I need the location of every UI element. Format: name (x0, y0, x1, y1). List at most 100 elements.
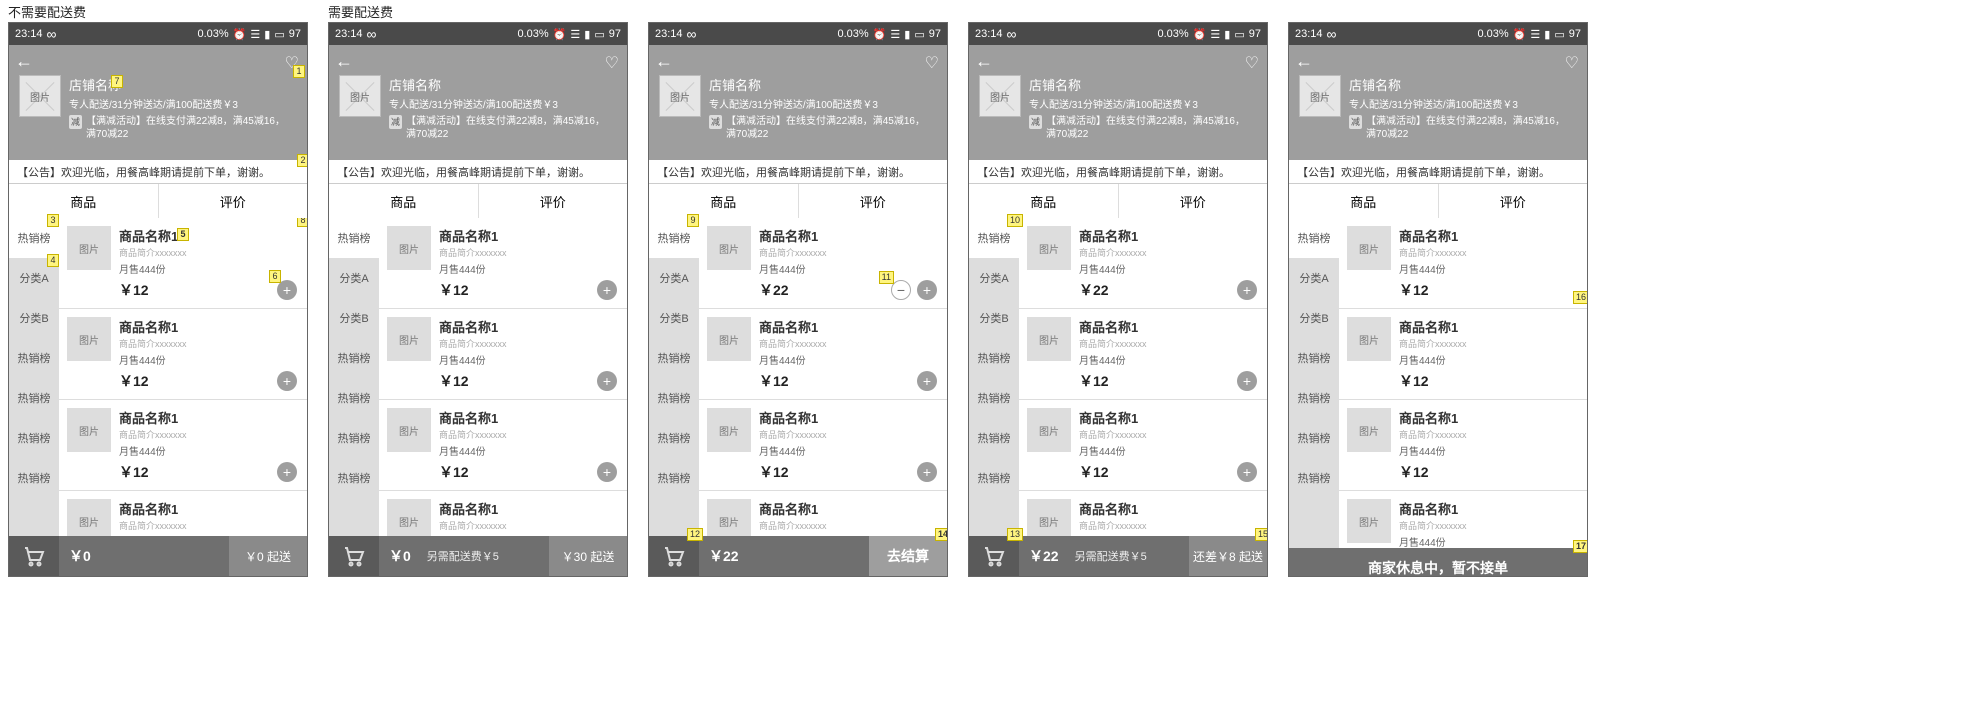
product-item[interactable]: 图片商品名称1商品简介xxxxxxx月售444份￥12+ (1019, 400, 1267, 491)
back-icon[interactable]: ← (655, 51, 673, 72)
minus-button[interactable]: − 11 (891, 280, 911, 300)
back-icon[interactable]: ← (975, 51, 993, 72)
cart-action[interactable]: ￥30 起送 (549, 536, 627, 576)
tab-goods[interactable]: 商品 (9, 184, 159, 218)
favorite-icon[interactable]: ♡ (605, 53, 619, 73)
category-item[interactable]: 分类B (969, 298, 1019, 338)
category-item[interactable]: 热销榜 (1289, 378, 1339, 418)
category-item[interactable]: 热销榜 (969, 338, 1019, 378)
product-item[interactable]: 图片 商品名称1商品简介xxxxxxx月售444份￥12 + (59, 309, 307, 400)
promo-tag: 减 (69, 115, 82, 129)
category-item[interactable]: 热销榜 (9, 338, 59, 378)
product-image: 图片 (67, 226, 111, 270)
category-item[interactable]: 热销榜 (969, 378, 1019, 418)
tab-review[interactable]: 评价 (479, 184, 628, 218)
back-icon[interactable]: ← (1295, 51, 1313, 72)
cart-action[interactable]: 还差￥8 起送 15 (1189, 536, 1267, 576)
category-item[interactable]: 热销榜 3 (9, 218, 59, 258)
category-item[interactable]: 分类A (649, 258, 699, 298)
category-item[interactable]: 热销榜 (649, 378, 699, 418)
caption: 不需要配送费 (8, 0, 308, 22)
category-item[interactable]: 分类B (329, 298, 379, 338)
category-item[interactable]: 分类A (1289, 258, 1339, 298)
product-item[interactable]: 图片商品名称1商品简介xxxxxxx月售444份￥12 (1339, 491, 1587, 548)
category-item[interactable]: 分类B (1289, 298, 1339, 338)
cart-action[interactable]: ￥0 起送 (229, 536, 307, 576)
product-item[interactable]: 图片商品名称1商品简介xxxxxxx月售444份￥12+ (1019, 309, 1267, 400)
category-item[interactable]: 热销榜 (649, 418, 699, 458)
product-item[interactable]: 图片商品名称1商品简介xxxxxxx月售444份￥12+ (379, 309, 627, 400)
category-item[interactable]: 热销榜 (969, 418, 1019, 458)
product-item[interactable]: 图片商品名称1商品简介xxxxxxx月售444份￥12+ (699, 400, 947, 491)
product-item[interactable]: 图片商品名称1商品简介xxxxxxx月售444份￥22+ (1019, 218, 1267, 309)
category-item[interactable]: 热销榜 (969, 458, 1019, 498)
category-item[interactable]: 热销榜 (1289, 418, 1339, 458)
add-button[interactable]: + (597, 280, 617, 300)
annotation: 17 (1573, 540, 1588, 553)
product-item[interactable]: 图片 商品名称1商品简介xxxxxxx月售444份￥22 − 11 + (699, 218, 947, 309)
product-item[interactable]: 图片商品名称1商品简介xxxxxxx月售444份￥12+ (379, 218, 627, 309)
cart-icon[interactable] (329, 536, 379, 576)
add-button[interactable]: + (917, 462, 937, 482)
add-button[interactable]: + (277, 371, 297, 391)
favorite-icon[interactable]: ♡ (925, 53, 939, 73)
add-button[interactable]: + (1237, 371, 1257, 391)
product-price: ￥12 (119, 280, 299, 300)
add-button[interactable]: + (917, 280, 937, 300)
category-item[interactable]: 热销榜 (329, 458, 379, 498)
tab-goods[interactable]: 商品 (649, 184, 799, 218)
tab-review[interactable]: 评价 (1119, 184, 1268, 218)
product-item[interactable]: 图片商品名称1商品简介xxxxxxx月售444份￥12 (1339, 400, 1587, 491)
category-item[interactable]: 分类A (969, 258, 1019, 298)
alarm-icon: ⏰ (233, 28, 247, 41)
favorite-icon[interactable]: ♡ (1245, 53, 1259, 73)
category-item[interactable]: 热销榜 (329, 378, 379, 418)
category-item[interactable]: 分类B (9, 298, 59, 338)
cart-icon[interactable]: 13 (969, 536, 1019, 576)
category-item[interactable]: 热销榜 (649, 458, 699, 498)
category-item[interactable]: 分类A (329, 258, 379, 298)
tab-goods[interactable]: 商品 (969, 184, 1119, 218)
category-item[interactable]: 热销榜 (1289, 458, 1339, 498)
category-item[interactable]: 热销榜 (329, 338, 379, 378)
add-button[interactable]: + 6 (277, 280, 297, 300)
favorite-icon[interactable]: ♡ (1565, 53, 1579, 73)
cart-icon[interactable] (9, 536, 59, 576)
category-item[interactable]: 分类A 4 (9, 258, 59, 298)
category-item[interactable]: 热销榜 (649, 338, 699, 378)
back-icon[interactable]: ← (335, 51, 353, 72)
category-item[interactable]: 热销榜 (9, 458, 59, 498)
product-item[interactable]: 图片 商品名称1商品简介xxxxxxx月售444份￥12 + (59, 400, 307, 491)
store-delivery: 专人配送/31分钟送达/满100配送费￥3 (69, 96, 286, 111)
tab-review[interactable]: 评价 (799, 184, 948, 218)
category-item[interactable]: 热销榜 (329, 418, 379, 458)
tab-review[interactable]: 评价 (159, 184, 308, 218)
cart-icon[interactable]: 12 (649, 536, 699, 576)
tab-goods[interactable]: 商品 (1289, 184, 1439, 218)
add-button[interactable]: + (597, 371, 617, 391)
back-icon[interactable]: ← (15, 51, 33, 72)
checkout-button[interactable]: 去结算 14 (869, 536, 947, 576)
product-item[interactable]: 图片 商品名称1 5 商品简介xxxxxxx 月售444份 ￥12 + 6 (59, 218, 307, 309)
category-item[interactable]: 热销榜 (1289, 218, 1339, 258)
add-button[interactable]: + (917, 371, 937, 391)
add-button[interactable]: + (1237, 462, 1257, 482)
tab-review[interactable]: 评价 (1439, 184, 1588, 218)
annotation: 15 (1255, 528, 1268, 541)
category-item[interactable]: 热销榜 (1289, 338, 1339, 378)
category-item[interactable]: 热销榜 (9, 418, 59, 458)
add-button[interactable]: + (597, 462, 617, 482)
signal-icon: ▮ (264, 28, 270, 41)
category-item[interactable]: 热销榜 (9, 378, 59, 418)
product-item[interactable]: 图片 商品名称1商品简介xxxxxxx月售444份￥12 16 (1339, 218, 1587, 309)
cart-bar-closed: 商家休息中，暂不接单 17 (1289, 548, 1587, 577)
add-button[interactable]: + (277, 462, 297, 482)
product-item[interactable]: 图片商品名称1商品简介xxxxxxx月售444份￥12 (1339, 309, 1587, 400)
product-item[interactable]: 图片商品名称1商品简介xxxxxxx月售444份￥12+ (699, 309, 947, 400)
add-button[interactable]: + (1237, 280, 1257, 300)
category-item[interactable]: 热销榜 (329, 218, 379, 258)
category-item[interactable]: 分类B (649, 298, 699, 338)
product-item[interactable]: 图片商品名称1商品简介xxxxxxx月售444份￥12+ (379, 400, 627, 491)
annotation: 10 (1007, 214, 1023, 227)
tab-goods[interactable]: 商品 (329, 184, 479, 218)
